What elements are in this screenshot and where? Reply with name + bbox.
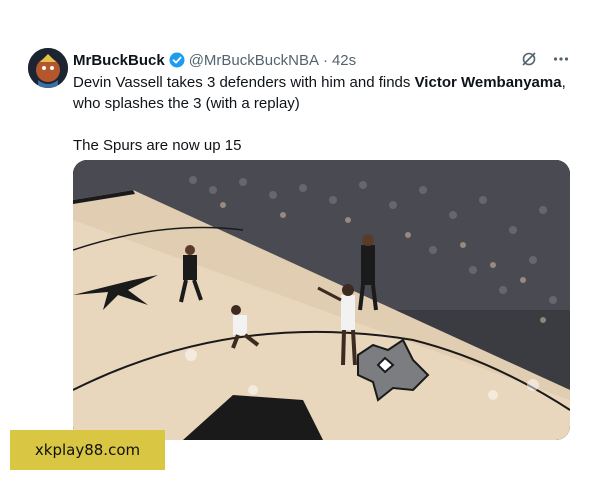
tweet-actions xyxy=(520,50,570,68)
watermark-text: xkplay88.com xyxy=(34,441,141,459)
mentioned-player: Victor Wembanyama xyxy=(414,74,562,91)
more-options-icon[interactable] xyxy=(552,50,570,68)
tweet-card[interactable]: MrBuckBuck @MrBuckBuckNBA · 42s Devin Va… xyxy=(0,0,600,480)
watermark: xkplay88.com xyxy=(10,430,165,470)
tweet-text-part1: Devin Vassell takes 3 defenders with him… xyxy=(73,74,415,91)
timestamp[interactable]: 42s xyxy=(332,52,356,69)
tweet-media-video[interactable] xyxy=(73,160,570,440)
avatar[interactable] xyxy=(28,48,68,88)
verified-badge-icon xyxy=(169,52,185,68)
handle[interactable]: @MrBuckBuckNBA xyxy=(189,52,319,69)
display-name[interactable]: MrBuckBuck xyxy=(73,52,165,69)
tweet-text-part2: , xyxy=(561,74,566,91)
grok-icon[interactable] xyxy=(520,50,538,68)
tweet-text: Devin Vassell takes 3 defenders with him… xyxy=(73,72,573,156)
tweet-text-para2: The Spurs are now up 15 xyxy=(73,137,242,154)
tweet-text-line2: who splashes the 3 (with a replay) xyxy=(73,95,300,112)
tweet-header: MrBuckBuck @MrBuckBuckNBA · 42s xyxy=(73,50,580,70)
court-scene xyxy=(73,160,570,440)
separator-dot: · xyxy=(322,51,328,69)
